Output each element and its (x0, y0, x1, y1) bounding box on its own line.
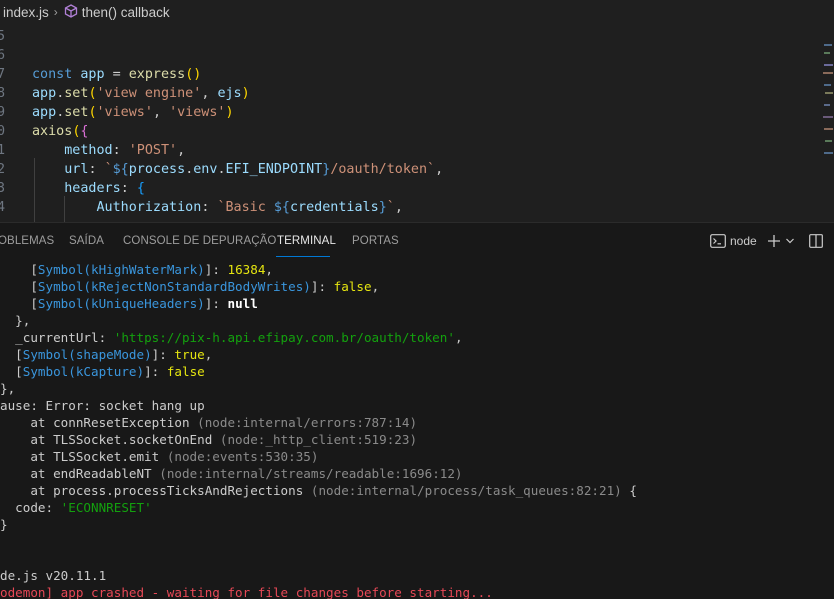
chevron-right-icon: › (53, 5, 58, 19)
tab-debug-console[interactable]: CONSOLE DE DEPURAÇÃO (123, 235, 276, 247)
line-number: 7 (0, 67, 6, 82)
new-terminal-plus-icon[interactable] (767, 234, 781, 248)
terminal-line: [Symbol(kUniqueHeaders)]: null (0, 296, 258, 311)
terminal-line: ause: Error: socket hang up (0, 398, 205, 413)
code-text: method: 'POST', (64, 143, 186, 158)
terminal-line: at connResetException (node:internal/err… (0, 415, 418, 430)
terminal-line: }, (0, 313, 31, 328)
code-text: headers: { (64, 181, 145, 196)
terminal-line: } (0, 517, 8, 532)
line-number: 3 (0, 181, 6, 196)
line-number: 4 (0, 200, 6, 215)
code-text: app.set('view engine', ejs) (32, 86, 250, 101)
terminal-line: de.js v20.11.1 (0, 568, 107, 583)
terminal-output[interactable]: [Symbol(kHighWaterMark)]: 16384, [Symbol… (0, 259, 834, 599)
terminal-line: odemon] app crashed - waiting for file c… (0, 585, 493, 599)
line-number: 0 (0, 124, 6, 139)
terminal-line: code: 'ECONNRESET' (0, 500, 152, 515)
code-text: url: `${process.env.EFI_ENDPOINT}/oauth/… (64, 162, 444, 177)
line-number: 2 (0, 162, 6, 177)
breadcrumb-file[interactable]: index.js (3, 5, 49, 20)
terminal-shell-icon (710, 234, 726, 248)
terminal-line: at TLSSocket.socketOnEnd (node:_http_cli… (0, 432, 418, 447)
terminal-line: [Symbol(kHighWaterMark)]: 16384, (0, 262, 273, 277)
code-text: Authorization: `Basic ${credentials}`, (96, 200, 403, 215)
code-editor[interactable]: 5 6 7 const app = express() 8 app.set('vie… (0, 24, 834, 222)
terminal-line: [Symbol(kRejectNonStandardBodyWrites)]: … (0, 279, 380, 294)
terminal-line: }, (0, 381, 16, 396)
code-text: const app = express() (32, 67, 202, 82)
terminal-line: at TLSSocket.emit (node:events:530:35) (0, 449, 319, 464)
terminal-shell-label[interactable]: node (730, 234, 757, 248)
tab-ports[interactable]: PORTAS (352, 235, 399, 247)
active-tab-indicator (276, 256, 330, 257)
breadcrumb-symbol[interactable]: then() callback (82, 5, 170, 20)
line-number: 8 (0, 86, 6, 101)
method-cube-icon (64, 3, 78, 21)
chevron-down-icon[interactable] (785, 236, 795, 246)
terminal-line: _currentUrl: 'https://pix-h.api.efipay.c… (0, 330, 463, 345)
tab-terminal[interactable]: TERMINAL (277, 235, 336, 247)
terminal-line: at endReadableNT (node:internal/streams/… (0, 466, 463, 481)
line-number: 1 (0, 143, 6, 158)
tab-problems[interactable]: OBLEMAS (0, 235, 54, 247)
line-number: 6 (0, 48, 6, 63)
panel-tab-bar: OBLEMAS SAÍDA CONSOLE DE DEPURAÇÃO TERMI… (0, 223, 834, 259)
line-number: 5 (0, 29, 6, 44)
code-text: axios({ (32, 124, 89, 139)
tab-output[interactable]: SAÍDA (69, 235, 104, 247)
terminal-line: at process.processTicksAndRejections (no… (0, 483, 637, 498)
minimap[interactable] (822, 24, 834, 164)
terminal-line: [Symbol(shapeMode)]: true, (0, 347, 213, 362)
terminal-line: [Symbol(kCapture)]: false (0, 364, 205, 379)
line-number: 9 (0, 105, 6, 120)
breadcrumb: index.js › then() callback (0, 0, 834, 24)
code-text: app.set('views', 'views') (32, 105, 234, 120)
split-terminal-icon[interactable] (808, 234, 823, 248)
